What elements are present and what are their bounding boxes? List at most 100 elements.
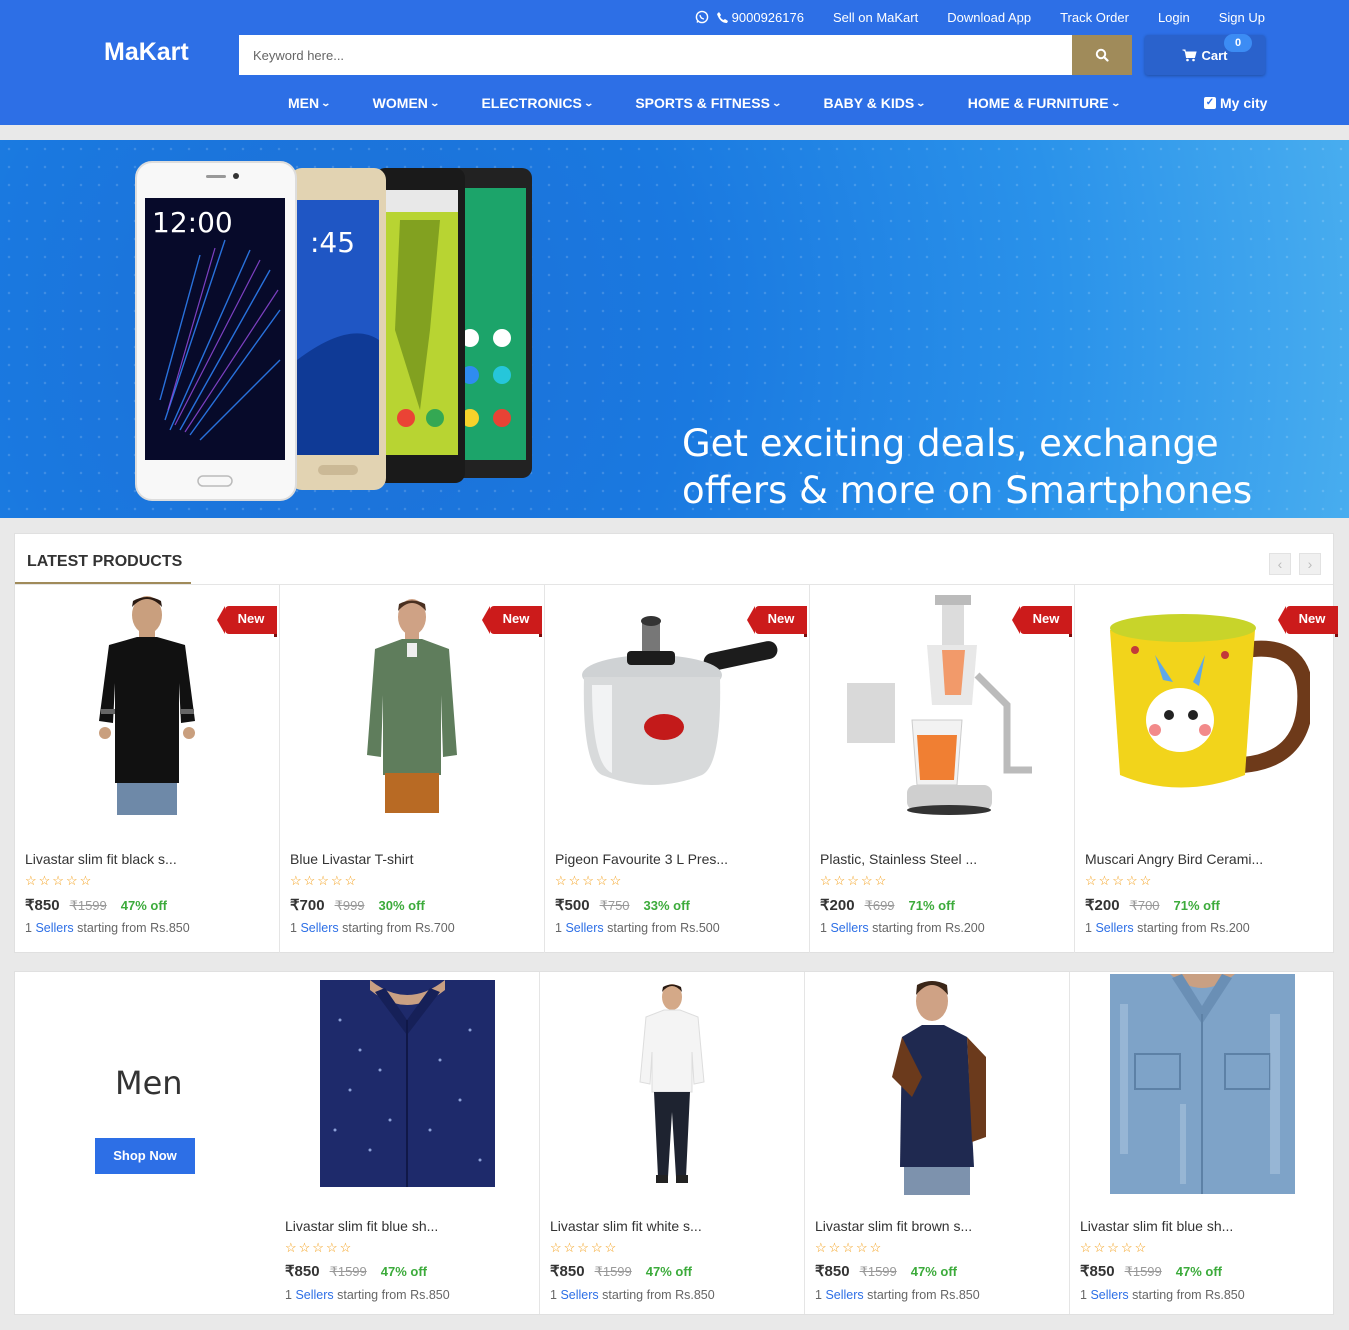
price: ₹500 — [555, 897, 590, 914]
product-name[interactable]: Pigeon Favourite 3 L Pres... — [555, 851, 728, 867]
product-image[interactable] — [805, 972, 1069, 1202]
star-outline-icon: ☆☆☆☆☆ — [1085, 873, 1154, 888]
product-card[interactable]: Livastar slim fit white s... ☆☆☆☆☆ ₹850 … — [540, 972, 805, 1314]
product-card[interactable]: New Blue Livastar T-shirt ☆☆☆☆☆ ₹700 ₹99… — [280, 585, 545, 953]
nav-men[interactable]: MEN ⌄ — [276, 95, 342, 111]
product-name[interactable]: Livastar slim fit blue sh... — [285, 1218, 438, 1234]
signup-link[interactable]: Sign Up — [1219, 10, 1265, 25]
search-button[interactable] — [1072, 35, 1132, 75]
nav-home-furniture[interactable]: HOME & FURNITURE ⌄ — [956, 95, 1131, 111]
logo[interactable]: MaKart — [104, 38, 189, 67]
search-icon — [1095, 48, 1109, 62]
product-card[interactable]: Livastar slim fit blue sh... ☆☆☆☆☆ ₹850 … — [1070, 972, 1335, 1314]
nav-women[interactable]: WOMEN ⌄ — [361, 95, 451, 111]
discount: 33% off — [643, 898, 690, 913]
svg-text:12:00: 12:00 — [152, 206, 233, 239]
price: ₹700 — [290, 897, 325, 914]
sellers-text: starting from Rs.500 — [603, 921, 720, 935]
nav-electronics[interactable]: ELECTRONICS ⌄ — [469, 95, 604, 111]
nav-label: BABY & KIDS — [823, 95, 915, 111]
nav-baby-kids[interactable]: BABY & KIDS ⌄ — [811, 95, 936, 111]
product-image[interactable] — [1070, 972, 1335, 1202]
product-card[interactable]: New Muscari Angry Bird Cerami... ☆☆☆☆☆ ₹… — [1075, 585, 1340, 953]
shop-now-button[interactable]: Shop Now — [95, 1138, 195, 1174]
search-input[interactable] — [239, 35, 1072, 75]
discount: 47% off — [910, 1264, 958, 1279]
product-name[interactable]: Muscari Angry Bird Cerami... — [1085, 851, 1263, 867]
sellers-link[interactable]: Sellers — [825, 1288, 863, 1302]
star-outline-icon: ☆☆☆☆☆ — [290, 873, 359, 888]
checkbox-icon: ✓ — [1204, 97, 1216, 109]
price: ₹850 — [25, 897, 60, 914]
discount: 47% off — [120, 898, 168, 913]
sellers-text: starting from Rs.850 — [598, 1288, 715, 1302]
prev-arrow-button[interactable]: ‹ — [1269, 553, 1291, 575]
product-card[interactable]: Livastar slim fit brown s... ☆☆☆☆☆ ₹850 … — [805, 972, 1070, 1314]
sellers-link[interactable]: Sellers — [1090, 1288, 1128, 1302]
price: ₹850 — [550, 1263, 585, 1280]
sellers-info: 1 Sellers starting from Rs.850 — [285, 1288, 450, 1302]
sellers-text: starting from Rs.200 — [1133, 921, 1250, 935]
star-outline-icon: ☆☆☆☆☆ — [25, 873, 94, 888]
price: ₹850 — [1080, 1263, 1115, 1280]
original-price: ₹699 — [864, 898, 895, 913]
my-city-label: My city — [1220, 95, 1268, 111]
product-card[interactable]: New Pigeon Favourite 3 L Pres... ☆☆☆☆☆ ₹… — [545, 585, 810, 953]
sellers-link[interactable]: Sellers — [300, 921, 338, 935]
product-image[interactable] — [540, 972, 804, 1202]
product-card[interactable]: New Livastar slim fit black s... ☆☆☆☆☆ ₹… — [15, 585, 280, 953]
sellers-link[interactable]: Sellers — [830, 921, 868, 935]
sellers-info: 1 Sellers starting from Rs.700 — [290, 921, 455, 935]
product-name[interactable]: Livastar slim fit black s... — [25, 851, 177, 867]
discount: 47% off — [380, 1264, 428, 1279]
banner-heading: Get exciting deals, exchange offers & mo… — [682, 422, 1253, 512]
price-line: ₹200 ₹699 71% off — [820, 896, 955, 914]
original-price: ₹1599 — [859, 1264, 897, 1279]
sellers-count: 1 — [815, 1288, 822, 1302]
phone-contact[interactable]: 9000926176 — [695, 10, 804, 25]
sellers-info: 1 Sellers starting from Rs.500 — [555, 921, 720, 935]
discount: 71% off — [1173, 898, 1220, 913]
product-name[interactable]: Livastar slim fit blue sh... — [1080, 1218, 1233, 1234]
nav-sports-fitness[interactable]: SPORTS & FITNESS ⌄ — [623, 95, 792, 111]
product-name[interactable]: Livastar slim fit white s... — [550, 1218, 702, 1234]
hero-banner[interactable]: :45 12:00 Get exciting deals, exchange o… — [0, 140, 1349, 518]
nav-label: WOMEN — [372, 95, 428, 111]
track-order-link[interactable]: Track Order — [1060, 10, 1129, 25]
denim-shirt-image — [1110, 974, 1295, 1194]
next-arrow-button[interactable]: › — [1299, 553, 1321, 575]
sellers-link[interactable]: Sellers — [565, 921, 603, 935]
product-name[interactable]: Blue Livastar T-shirt — [290, 851, 413, 867]
sellers-info: 1 Sellers starting from Rs.850 — [1080, 1288, 1245, 1302]
product-name[interactable]: Livastar slim fit brown s... — [815, 1218, 972, 1234]
login-link[interactable]: Login — [1158, 10, 1190, 25]
product-card[interactable]: Livastar slim fit blue sh... ☆☆☆☆☆ ₹850 … — [275, 972, 540, 1314]
cart-label: Cart — [1201, 47, 1228, 63]
sellers-info: 1 Sellers starting from Rs.200 — [1085, 921, 1250, 935]
product-image[interactable] — [275, 972, 539, 1202]
download-app-link[interactable]: Download App — [947, 10, 1031, 25]
star-outline-icon: ☆☆☆☆☆ — [1080, 1240, 1149, 1255]
my-city-toggle[interactable]: ✓ My city — [1204, 95, 1267, 111]
sellers-link[interactable]: Sellers — [1095, 921, 1133, 935]
sellers-link[interactable]: Sellers — [35, 921, 73, 935]
nav-label: SPORTS & FITNESS — [635, 95, 770, 111]
sellers-text: starting from Rs.850 — [73, 921, 190, 935]
navy-shirt-image — [319, 979, 495, 1187]
product-row: New Livastar slim fit black s... ☆☆☆☆☆ ₹… — [15, 585, 1340, 953]
new-badge: New — [482, 606, 542, 637]
product-card[interactable]: New Plastic, Stainless Steel ... ☆☆☆☆☆ ₹… — [810, 585, 1075, 953]
discount: 30% off — [378, 898, 425, 913]
cart-count-badge: 0 — [1224, 34, 1252, 52]
product-name[interactable]: Plastic, Stainless Steel ... — [820, 851, 977, 867]
sellers-link[interactable]: Sellers — [295, 1288, 333, 1302]
nav-label: MEN — [288, 95, 320, 111]
sellers-count: 1 — [290, 921, 297, 935]
chevron-down-icon: ⌄ — [429, 97, 440, 108]
sellers-link[interactable]: Sellers — [560, 1288, 598, 1302]
price-line: ₹850 ₹1599 47% off — [815, 1262, 957, 1280]
sell-link[interactable]: Sell on MaKart — [833, 10, 918, 25]
nav-label: ELECTRONICS — [481, 95, 582, 111]
chevron-down-icon: ⌄ — [915, 97, 927, 108]
white-shirt-image — [639, 984, 705, 1183]
